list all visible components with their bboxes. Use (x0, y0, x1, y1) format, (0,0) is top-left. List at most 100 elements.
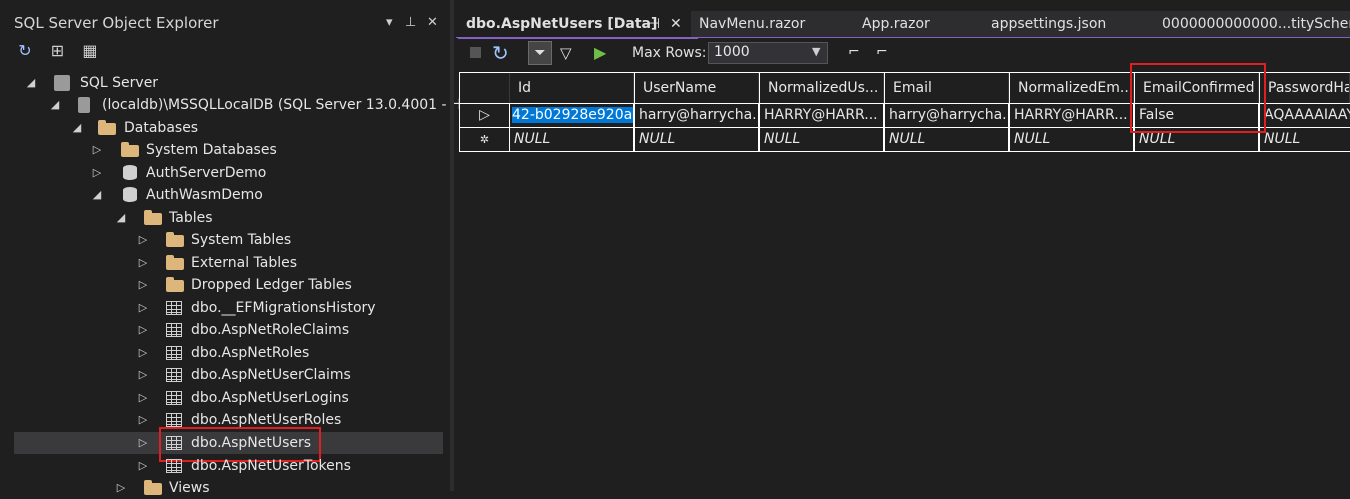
folder-icon (166, 232, 184, 247)
collapsed-arrow-icon[interactable]: ▷ (136, 455, 150, 477)
tab-schema[interactable]: 0000000000000...titySchema (1154, 11, 1350, 37)
tree-label: System Databases (146, 142, 277, 158)
table-cell[interactable]: AQAAAAIAAY (1260, 104, 1350, 127)
tree-item-sql-server[interactable]: ◢ SQL Server (0, 72, 443, 94)
script-icon[interactable]: ⌐ (848, 44, 860, 60)
collapsed-arrow-icon[interactable]: ▷ (90, 139, 104, 161)
column-header[interactable]: Id (510, 73, 634, 103)
tab-app[interactable]: App.razor (854, 11, 990, 37)
expanded-arrow-icon[interactable]: ◢ (90, 184, 104, 206)
collapsed-arrow-icon[interactable]: ▷ (136, 409, 150, 431)
new-row-icon[interactable]: ✲ (460, 128, 509, 151)
stop-icon[interactable] (470, 47, 481, 58)
row-header-corner (460, 73, 510, 103)
filter-active-icon[interactable]: ⏷ (528, 41, 552, 65)
close-icon[interactable]: ✕ (670, 11, 682, 37)
pin-icon[interactable]: ⊥ (405, 15, 416, 30)
column-header[interactable]: PasswordHas (1260, 73, 1350, 103)
tab-aspnetusers-data[interactable]: dbo.AspNetUsers [Data] ⊣ ✕ (458, 11, 698, 39)
table-cell[interactable]: NULL (510, 128, 633, 151)
collapsed-arrow-icon[interactable]: ▷ (136, 342, 150, 364)
close-icon[interactable]: ✕ (427, 15, 438, 30)
tree-label: Views (169, 480, 210, 496)
table-cell[interactable]: 42-b02928e920a1 (510, 104, 633, 127)
tab-appsettings[interactable]: appsettings.json (983, 11, 1161, 37)
tree-item-system-tables[interactable]: ▷ System Tables (0, 229, 443, 251)
execute-icon[interactable]: ▶ (594, 43, 606, 62)
explorer-toolbar: ↻ ⊞ ▦ (14, 40, 107, 62)
database-icon (123, 187, 137, 202)
tree-label: System Tables (191, 232, 292, 248)
table-cell[interactable]: NULL (1260, 128, 1350, 151)
table-cell[interactable]: harry@harrycha... (635, 104, 758, 127)
column-header[interactable]: Email (885, 73, 1009, 103)
tree-item-tables[interactable]: ◢ Tables (0, 207, 443, 229)
tree-label: SQL Server (80, 75, 159, 91)
tree-item-views[interactable]: ▷ Views (0, 477, 443, 499)
refresh-icon[interactable]: ↻ (14, 40, 36, 62)
filter-icon[interactable]: ▽ (560, 44, 572, 62)
column-header[interactable]: UserName (635, 73, 759, 103)
table-cell[interactable]: NULL (885, 128, 1008, 151)
tree-item-aspnetroleclaims[interactable]: ▷ dbo.AspNetRoleClaims (0, 319, 443, 341)
tree-label: dbo.AspNetUserClaims (191, 367, 351, 383)
collapsed-arrow-icon[interactable]: ▷ (136, 432, 150, 454)
table-icon (166, 323, 182, 337)
collapsed-arrow-icon[interactable]: ▷ (136, 319, 150, 341)
tree-item-efmigrationshistory[interactable]: ▷ dbo.__EFMigrationsHistory (0, 297, 443, 319)
tab-label: NavMenu.razor (699, 16, 806, 32)
add-sql-server-icon[interactable]: ⊞ (46, 40, 68, 62)
tab-navmenu[interactable]: NavMenu.razor (691, 11, 864, 37)
collapsed-arrow-icon[interactable]: ▷ (114, 477, 128, 499)
sql-server-icon (54, 75, 70, 91)
tab-label: 0000000000000...titySchema (1162, 16, 1350, 32)
tree-item-external-tables[interactable]: ▷ External Tables (0, 252, 443, 274)
column-header[interactable]: NormalizedEm... (1010, 73, 1134, 103)
tab-label: App.razor (862, 16, 930, 32)
collapsed-arrow-icon[interactable]: ▷ (136, 274, 150, 296)
collapsed-arrow-icon[interactable]: ▷ (136, 387, 150, 409)
table-cell[interactable]: NULL (635, 128, 758, 151)
collapsed-arrow-icon[interactable]: ▷ (136, 229, 150, 251)
expanded-arrow-icon[interactable]: ◢ (114, 207, 128, 229)
chevron-down-icon[interactable]: ▼ (812, 45, 820, 58)
expanded-arrow-icon[interactable]: ◢ (48, 94, 62, 116)
tree-label: AuthWasmDemo (146, 187, 263, 203)
object-explorer-pane: SQL Server Object Explorer ▾ ⊥ ✕ ↻ ⊞ ▦ ◢… (0, 0, 467, 496)
table-cell[interactable]: NULL (1010, 128, 1133, 151)
tree-item-databases[interactable]: ◢ Databases (0, 117, 443, 139)
collapsed-arrow-icon[interactable]: ▷ (136, 252, 150, 274)
column-header[interactable]: NormalizedUs... (760, 73, 884, 103)
stop-icon[interactable]: ▦ (79, 40, 101, 62)
database-icon (123, 165, 137, 180)
refresh-icon[interactable]: ↻ (492, 41, 509, 65)
tree-item-authserverdemo[interactable]: ▷ AuthServerDemo (0, 162, 443, 184)
tree-label: dbo.AspNetUserTokens (191, 458, 351, 474)
tree-item-system-databases[interactable]: ▷ System Databases (0, 139, 443, 161)
table-cell[interactable]: HARRY@HARR... (760, 104, 883, 127)
expanded-arrow-icon[interactable]: ◢ (70, 117, 84, 139)
pin-icon[interactable]: ⊣ (648, 11, 660, 37)
dropdown-icon[interactable]: ▾ (386, 15, 393, 30)
script-file-icon[interactable]: ⌐ (876, 44, 888, 60)
table-icon (166, 459, 182, 473)
folder-icon (144, 480, 162, 495)
collapsed-arrow-icon[interactable]: ▷ (136, 364, 150, 386)
row-selector-icon[interactable]: ▷ (460, 104, 509, 127)
tree-label: Tables (169, 210, 213, 226)
tree-item-aspnetuserlogins[interactable]: ▷ dbo.AspNetUserLogins (0, 387, 443, 409)
table-cell[interactable]: NULL (760, 128, 883, 151)
tree-item-aspnetroles[interactable]: ▷ dbo.AspNetRoles (0, 342, 443, 364)
tree-item-localdb[interactable]: ◢ (localdb)\MSSQLLocalDB (SQL Server 13.… (0, 94, 467, 116)
collapsed-arrow-icon[interactable]: ▷ (90, 162, 104, 184)
tree-item-dropped-ledger-tables[interactable]: ▷ Dropped Ledger Tables (0, 274, 443, 296)
table-cell[interactable]: harry@harrycha... (885, 104, 1008, 127)
tree-item-authwasmdemo[interactable]: ◢ AuthWasmDemo (0, 184, 443, 206)
expanded-arrow-icon[interactable]: ◢ (24, 72, 38, 94)
pane-splitter[interactable] (450, 0, 454, 491)
tree-item-aspnetusertokens[interactable]: ▷ dbo.AspNetUserTokens (0, 455, 443, 477)
tree-item-aspnetuserclaims[interactable]: ▷ dbo.AspNetUserClaims (0, 364, 443, 386)
table-cell[interactable]: HARRY@HARR... (1010, 104, 1133, 127)
collapsed-arrow-icon[interactable]: ▷ (136, 297, 150, 319)
table-icon (166, 368, 182, 382)
